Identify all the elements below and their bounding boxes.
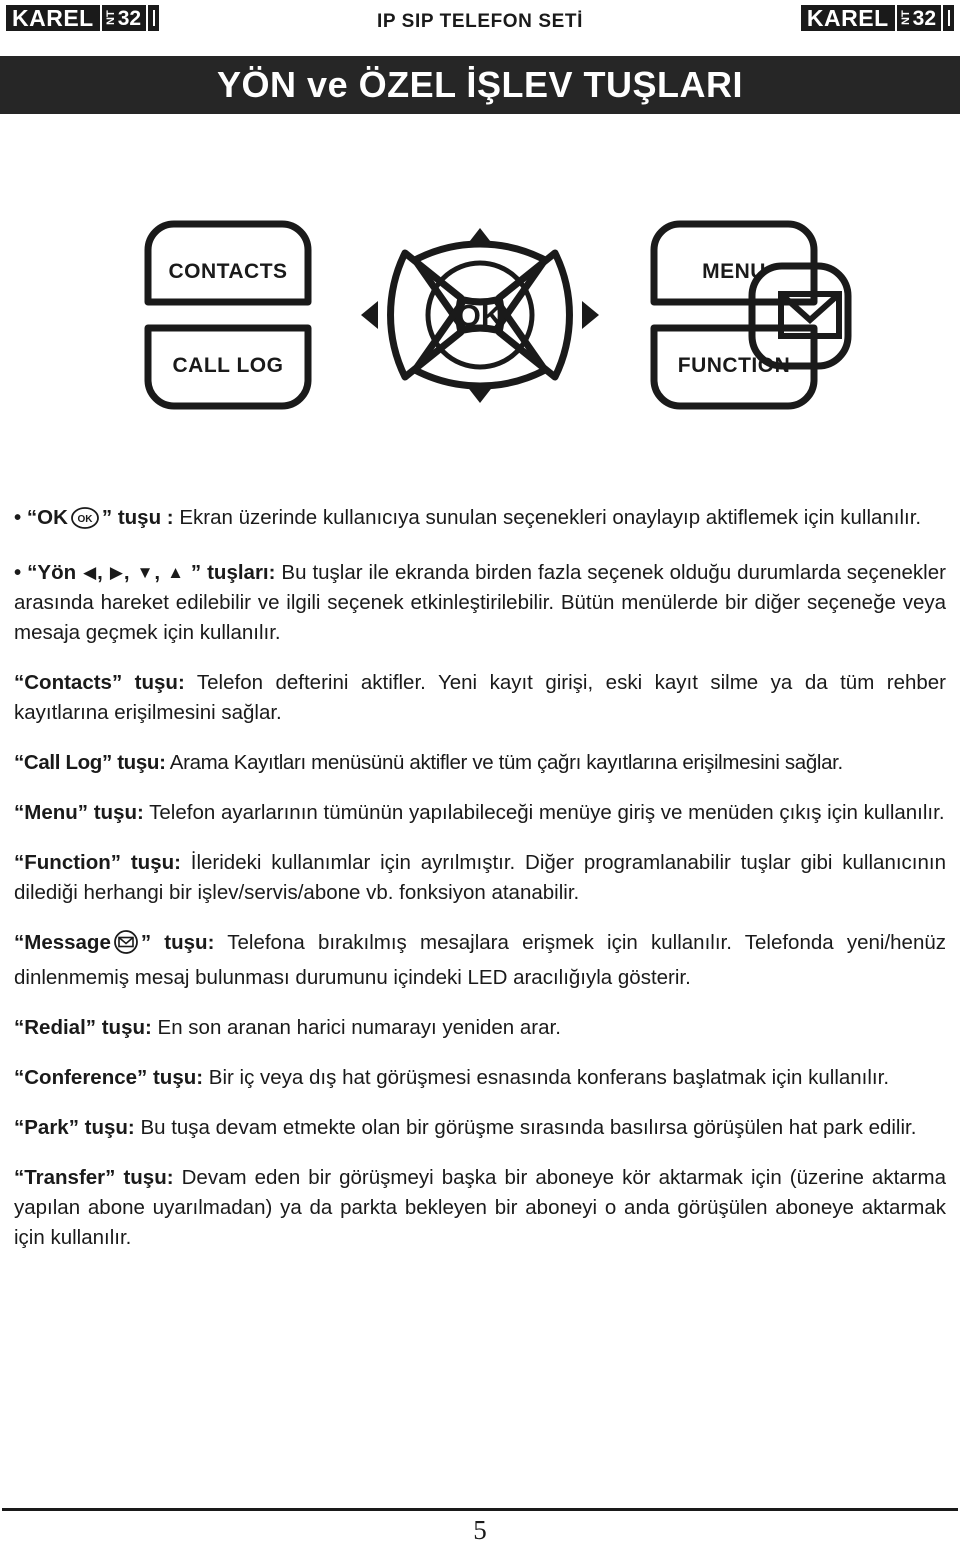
contacts-key-name: “Contacts” tuşu: [14,671,185,694]
paragraph-direction-keys: • “Yön ◀, ▶, ▼, ▲ ” tuşları: Bu tuşlar i… [14,561,946,644]
logo-bar-mark [943,5,954,31]
body-content: • “OK OK” tuşu : Ekran üzerinde kullanıcı… [14,503,946,1273]
paragraph-park-key: “Park” tuşu: Bu tuşa devam etmekte olan … [14,1113,946,1143]
envelope-icon [113,930,139,963]
menu-key-name: “Menu” tuşu: [14,801,144,824]
logo-nt-block: NT 32 [896,5,941,31]
function-key-name: “Function” tuşu: [14,851,181,874]
ok-key-name: OK [37,506,68,529]
arrow-left-icon [361,301,378,329]
page-number: 5 [473,1515,487,1545]
park-description: Bu tuşa devam etmekte olan bir görüşme s… [134,1116,917,1139]
key-label-contacts: CONTACTS [168,260,287,283]
arrow-down-icon: ▼ [136,563,154,582]
calllog-key-name: “Call Log” tuşu: [14,751,166,774]
keypad-diagram: CONTACTS CALL LOG MENU FUNCTION OK [0,180,960,470]
ok-key-word: tuşu : [112,506,180,529]
arrow-right-icon: ▶ [109,563,123,582]
page-header: KAREL NT 32 IP SIP TELEFON SETİ KAREL NT… [0,0,960,46]
conference-key-name: “Conference” tuşu: [14,1066,204,1089]
paragraph-function-key: “Function” tuşu: İlerideki kullanımlar i… [14,848,946,908]
logo-nt-vertical-text: NT [899,10,912,26]
paragraph-transfer-key: “Transfer” tuşu: Devam eden bir görüşmey… [14,1163,946,1253]
conference-description: Bir iç veya dış hat görüşmesi esnasında … [203,1066,890,1089]
key-label-menu: MENU [702,260,766,283]
menu-description: Telefon ayarlarının tümünün yapılabilece… [143,801,945,824]
paragraph-message-key: “Message” tuşu: Telefona bırakılmış mesa… [14,928,946,993]
section-banner: YÖN ve ÖZEL İŞLEV TUŞLARI [0,56,960,114]
arrow-up-icon: ▲ [167,563,184,582]
key-message [748,262,852,370]
paragraph-ok-key: • “OK OK” tuşu : Ekran üzerinde kullanıcı… [14,503,946,538]
key-label-function: FUNCTION [678,354,791,377]
paragraph-conference-key: “Conference” tuşu: Bir iç veya dış hat g… [14,1063,946,1093]
ok-description: Ekran üzerinde kullanıcıya sunulan seçen… [179,506,922,529]
yon-key-name: Yön [37,561,83,584]
keypad-illustration: CONTACTS CALL LOG MENU FUNCTION OK [144,220,852,410]
transfer-key-name: “Transfer” tuşu: [14,1166,174,1189]
message-key-name-pre: “Message [14,931,111,954]
arrow-down-icon [466,385,494,403]
park-key-name: “Park” tuşu: [14,1116,135,1139]
ok-circle-icon: OK [70,507,100,538]
list-bullet: • [14,506,22,529]
logo-number: 32 [912,6,936,30]
paragraph-redial-key: “Redial” tuşu: En son aranan harici numa… [14,1013,946,1043]
list-bullet: • [14,561,22,584]
paragraph-call-log-key: “Call Log” tuşu: Arama Kayıtları menüsün… [14,748,946,778]
logo-wordmark: KAREL [800,5,895,31]
paragraph-menu-key: “Menu” tuşu: Telefon ayarlarının tümünün… [14,798,946,828]
redial-description: En son aranan harici numarayı yeniden ar… [151,1016,561,1039]
yon-quote-open: “ [27,561,38,584]
key-label-ok: OK [457,298,504,333]
arrow-right-icon [582,301,599,329]
calllog-description: Arama Kayıtları menüsünü aktifler ve tüm… [165,751,843,774]
ok-quote-close: ” [101,506,113,529]
yon-key-word: tuşları: [201,561,282,584]
redial-key-name: “Redial” tuşu: [14,1016,152,1039]
section-title: YÖN ve ÖZEL İŞLEV TUŞLARI [217,64,743,105]
message-key-name-post: ” tuşu: [140,931,215,954]
brand-logo-right: KAREL NT 32 [800,5,954,35]
svg-text:OK: OK [77,514,93,525]
arrow-left-icon: ◀ [83,563,97,582]
arrow-up-icon [466,228,494,246]
key-label-call-log: CALL LOG [173,354,284,377]
ok-quote-open: “ [26,506,38,529]
yon-quote-close: ” [190,561,202,584]
paragraph-contacts-key: “Contacts” tuşu: Telefon defterini aktif… [14,668,946,728]
page-footer: 5 [0,1479,960,1549]
footer-divider [2,1507,958,1511]
